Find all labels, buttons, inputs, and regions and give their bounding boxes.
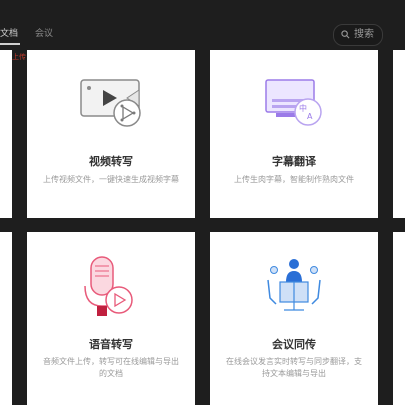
card-meeting-interpret[interactable]: 会议同传 在线会议发言实时转写与同步翻译，支持文本编辑与导出 (210, 232, 378, 405)
search-button[interactable]: 搜索 (333, 24, 383, 46)
card-description: 上传生肉字幕，智能制作熟肉文件 (234, 175, 354, 184)
card-voice-transcribe[interactable]: 语音转写 音频文件上传，转写可在线编辑与导出的文档 (27, 232, 195, 405)
card-title: 视频转写 (89, 156, 133, 168)
tab-meetings[interactable]: 会议 (35, 26, 53, 39)
card-subtitle-translate[interactable]: 中 A 字幕翻译 上传生肉字幕，智能制作熟肉文件 (210, 50, 378, 218)
subtitle-translate-icon: 中 A (265, 79, 322, 126)
search-label: 搜索 (354, 29, 374, 40)
card-title: 语音转写 (89, 339, 133, 351)
card-description: 在线会议发言实时转写与同步翻译，支持文本编辑与导出 (226, 357, 362, 378)
voice-transcribe-icon (84, 256, 133, 316)
svg-text:A: A (307, 112, 313, 121)
card-description: 音频文件上传，转写可在线编辑与导出的文档 (43, 357, 179, 378)
card-description: 上传视频文件，一键快速生成视频字幕 (43, 175, 179, 184)
card-edge-right-top[interactable] (393, 50, 405, 218)
card-edge-left-bottom[interactable] (0, 232, 12, 405)
card-edge-right-bottom[interactable] (393, 232, 405, 405)
search-icon (341, 30, 350, 39)
card-title: 字幕翻译 (272, 156, 316, 168)
upload-hint: 上传 (12, 54, 26, 61)
video-transcribe-icon (80, 79, 141, 127)
card-edge-left-top[interactable] (0, 50, 12, 218)
card-video-transcribe[interactable]: 视频转写 上传视频文件，一键快速生成视频字幕 (27, 50, 195, 218)
meeting-interpret-icon (267, 259, 321, 311)
top-bar: 文档 会议 搜索 (0, 0, 405, 46)
svg-text:中: 中 (299, 103, 307, 113)
card-title: 会议同传 (272, 339, 316, 351)
tab-documents[interactable]: 文档 (0, 26, 21, 45)
